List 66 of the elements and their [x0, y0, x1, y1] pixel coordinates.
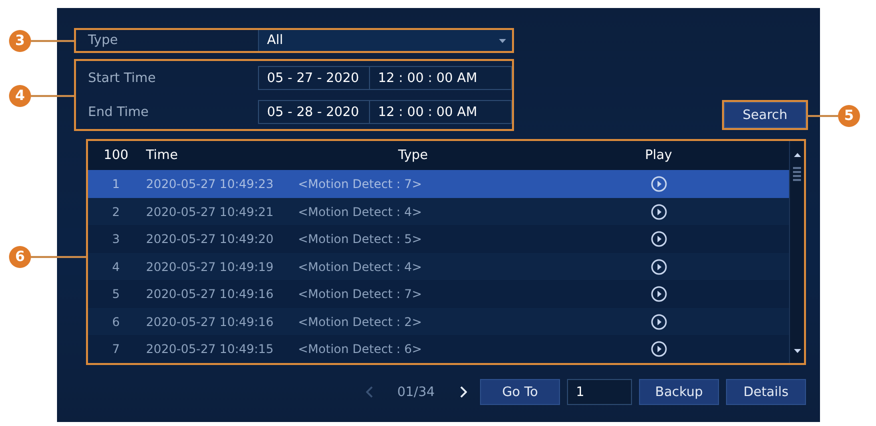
callout-number: 4 [9, 85, 31, 107]
table-cell-text: 2020-05-27 10:49:21 [145, 204, 274, 219]
table-cell-text: <Motion Detect : 7> [298, 287, 423, 302]
result-row[interactable]: 6 2020-05-27 10:49:16 <Motion Detect : 2> [88, 308, 789, 336]
field-label: Start Time [87, 70, 157, 86]
play-icon[interactable] [650, 176, 666, 192]
play-icon[interactable] [650, 258, 666, 275]
column-header: Time [145, 148, 179, 164]
leader-line [806, 115, 838, 117]
result-row[interactable]: 5 2020-05-27 10:49:16 <Motion Detect : 7> [88, 280, 789, 308]
next-page-icon[interactable] [460, 386, 466, 398]
footer-button[interactable]: Backup [639, 379, 719, 405]
table-cell-text: 2020-05-27 10:49:16 [145, 287, 274, 302]
scrollbar-thumb[interactable] [793, 167, 801, 181]
leader-line [31, 40, 74, 42]
table-cell-text: 2020-05-27 10:49:16 [145, 314, 274, 329]
play-icon[interactable] [650, 231, 666, 248]
date-field[interactable]: 05 - 28 - 2020 [258, 100, 370, 124]
page-input-field[interactable]: 1 [567, 379, 632, 405]
table-cell-text: 3 [111, 232, 121, 246]
table-cell-text: 2020-05-27 10:49:19 [145, 260, 274, 274]
play-icon[interactable] [650, 204, 666, 220]
play-icon[interactable] [650, 286, 666, 302]
table-cell-text: 2020-05-27 10:49:23 [145, 177, 274, 192]
result-row[interactable]: 3 2020-05-27 10:49:20 <Motion Detect : 5> [88, 225, 789, 253]
field-label: Type [87, 33, 119, 48]
callout-number: 3 [9, 30, 31, 52]
table-cell-text: <Motion Detect : 7> [298, 177, 423, 192]
table-cell-text: 7 [111, 342, 121, 356]
play-icon[interactable] [650, 341, 666, 358]
table-cell-text: 2020-05-27 10:49:15 [145, 342, 274, 356]
table-cell-text: <Motion Detect : 4> [298, 260, 423, 274]
time-field[interactable]: 12 : 00 : 00 AM [370, 100, 512, 124]
dropdown-caret-icon [499, 38, 506, 42]
play-icon[interactable] [650, 314, 666, 330]
table-cell-text: <Motion Detect : 4> [298, 204, 423, 219]
column-header: Type [397, 148, 429, 164]
date-field[interactable]: 05 - 27 - 2020 [258, 66, 370, 90]
table-cell-text: 4 [111, 260, 121, 274]
result-row[interactable]: 2 2020-05-27 10:49:21 <Motion Detect : 4> [88, 198, 789, 226]
callout-number: 5 [838, 105, 860, 127]
callout-number: 6 [9, 246, 31, 268]
column-header: Play [644, 148, 674, 164]
footer-button[interactable]: Details [726, 379, 806, 405]
result-row[interactable]: 1 2020-05-27 10:49:23 <Motion Detect : 7> [88, 170, 789, 198]
go-to-button[interactable]: Go To [480, 379, 560, 405]
table-cell-text: 6 [111, 314, 121, 329]
field-label: End Time [87, 104, 150, 120]
column-header: 100 [102, 148, 130, 164]
table-cell-text: 1 [111, 177, 121, 192]
page-counter: 01/34 [396, 384, 436, 400]
table-cell-text: <Motion Detect : 6> [298, 342, 423, 356]
table-cell-text: 2020-05-27 10:49:20 [145, 232, 274, 246]
leader-line [31, 95, 74, 97]
table-cell-text: 5 [111, 287, 121, 302]
table-cell-text: <Motion Detect : 2> [298, 314, 423, 329]
type-dropdown[interactable]: All [258, 30, 512, 51]
result-row[interactable]: 7 2020-05-27 10:49:15 <Motion Detect : 6> [88, 335, 789, 363]
table-cell-text: 2 [111, 204, 121, 219]
table-cell-text: <Motion Detect : 5> [298, 232, 423, 246]
scroll-up-icon[interactable] [794, 153, 800, 157]
search-button[interactable]: Search [724, 102, 806, 128]
time-field[interactable]: 12 : 00 : 00 AM [370, 66, 512, 90]
result-row[interactable]: 4 2020-05-27 10:49:19 <Motion Detect : 4> [88, 252, 789, 280]
scroll-down-icon[interactable] [794, 349, 800, 353]
leader-line [31, 256, 86, 258]
